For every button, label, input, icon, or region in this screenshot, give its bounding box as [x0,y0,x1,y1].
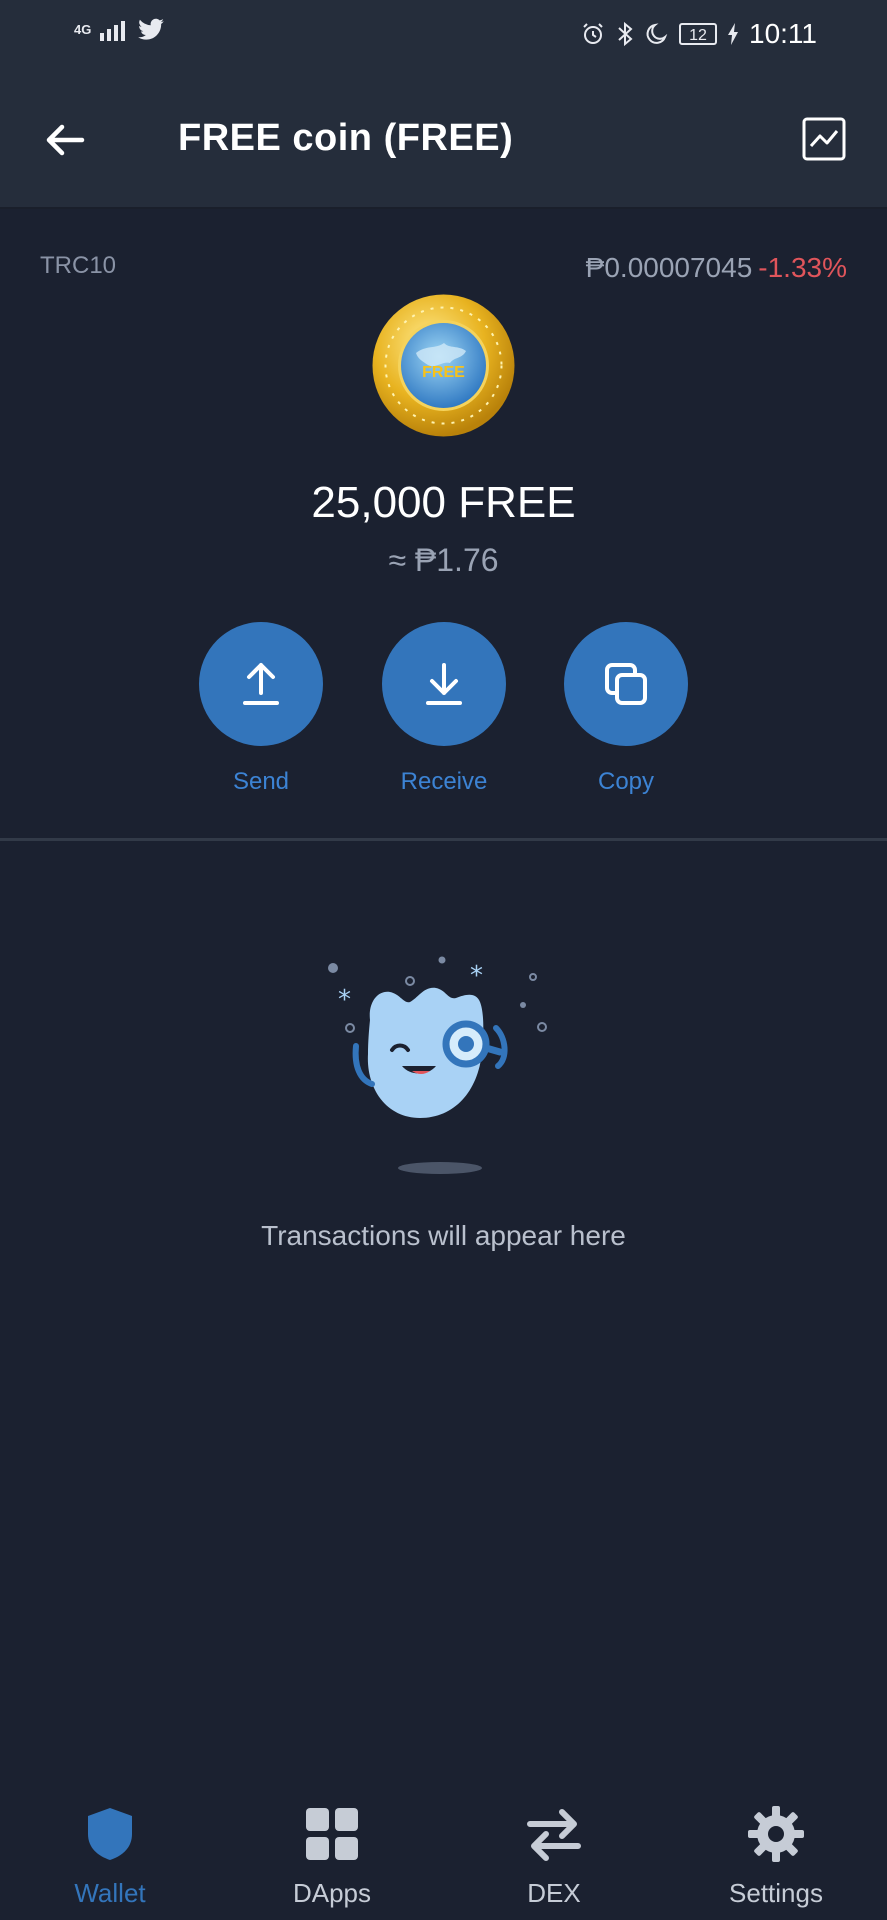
network-indicator: 4G [74,22,92,37]
swap-icon [527,1809,581,1861]
chart-icon [802,117,846,161]
receive-action[interactable]: Receive [382,622,506,796]
alarm-icon [583,23,603,44]
fiat-balance: ≈ ₱1.76 [388,542,499,578]
nav-dapps[interactable]: DApps [252,1804,412,1909]
svg-text:*: * [338,985,351,1015]
send-action[interactable]: Send [199,622,323,796]
receive-button[interactable] [382,622,506,746]
token-balance: 25,000 FREE [311,478,576,527]
upload-icon [243,663,279,705]
nav-dex-label: DEX [527,1878,581,1908]
clock: 10:11 [749,18,817,49]
svg-text:*: * [470,961,483,991]
bottom-nav: Wallet DApps DEX Settings [0,1780,887,1920]
page-title: FREE coin (FREE) [178,117,514,159]
back-button[interactable] [40,115,90,165]
copy-button[interactable] [564,622,688,746]
grid-icon [306,1808,358,1860]
price-chart-button[interactable] [801,116,847,162]
nav-wallet-label: Wallet [74,1878,146,1908]
receive-label: Receive [400,768,488,795]
header-divider [0,207,887,209]
nav-settings[interactable]: Settings [696,1804,856,1909]
token-standard: TRC10 [40,252,117,279]
send-button[interactable] [199,622,323,746]
status-right: 12 10:11 [581,18,817,50]
price-change: -1.33% [758,252,847,283]
charging-icon [728,23,738,45]
gear-icon [748,1806,804,1862]
coin-logo-text: FREE [422,364,465,381]
arrow-left-icon [46,124,85,156]
nav-settings-label: Settings [729,1878,823,1908]
nav-dex[interactable]: DEX [474,1804,634,1909]
copy-action[interactable]: Copy [564,622,688,796]
copy-label: Copy [597,768,655,795]
shield-icon [88,1808,132,1860]
nav-dapps-label: DApps [292,1878,372,1908]
download-icon [426,663,462,705]
empty-state-illustration: * * [320,950,560,1180]
battery-indicator: 12 [679,23,717,45]
price-row: ₱0.00007045 -1.33% [586,252,847,284]
send-label: Send [232,768,290,795]
nav-wallet[interactable]: Wallet [30,1804,190,1909]
token-price: ₱0.00007045 [585,252,753,283]
twitter-icon [138,18,165,40]
signal-icon [100,21,126,41]
section-divider [0,838,887,841]
empty-state-message: Transactions will appear here [261,1220,626,1251]
bluetooth-icon [618,21,633,47]
app-bar: FREE coin (FREE) [0,70,887,207]
status-left: 4G [74,18,165,42]
coin-logo: FREE [371,293,516,438]
copy-icon [605,663,647,705]
moon-icon [646,23,668,44]
status-bar: 4G 12 10:11 [0,0,887,70]
